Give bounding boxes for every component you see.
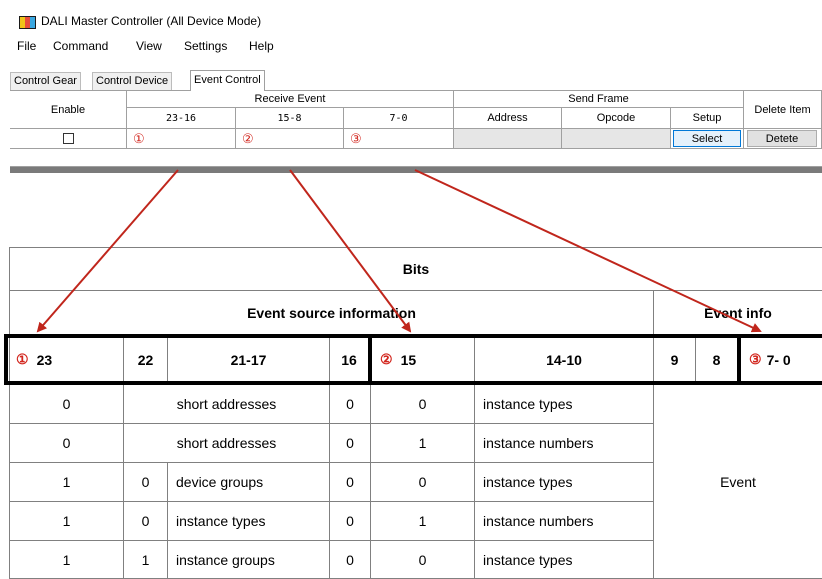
table-cell: 1	[418, 435, 427, 451]
window-title: DALI Master Controller (All Device Mode)	[41, 14, 262, 28]
menu-settings[interactable]: Settings	[184, 39, 227, 53]
bit-7-0-header: ③ 7- 0	[749, 351, 791, 368]
table-cell: 0	[418, 396, 427, 412]
table-cell: 1	[62, 513, 71, 529]
tab-event-control[interactable]: Event Control	[190, 70, 265, 91]
bit-14-10-header: 14-10	[546, 351, 582, 368]
header-opcode: Opcode	[562, 108, 671, 129]
grid-empty-area	[10, 149, 822, 167]
table-cell: 1	[141, 551, 150, 568]
tab-strip: Control Gear Control Device Event Contro…	[10, 70, 822, 91]
bits-7-0-input[interactable]: ③	[344, 129, 454, 149]
table-cell: 0	[62, 435, 71, 451]
bits-table: Bits Event source information Event info…	[0, 247, 822, 579]
delete-cell: Detete	[744, 129, 822, 149]
event-info-header: Event info	[704, 304, 772, 321]
bits-23-16-input[interactable]: ①	[127, 129, 236, 149]
bit-22-header: 22	[137, 351, 154, 368]
bits-title: Bits	[402, 261, 430, 277]
table-cell: 1	[418, 513, 427, 529]
menu-help[interactable]: Help	[249, 39, 274, 53]
menu-file[interactable]: File	[17, 39, 36, 53]
setup-cell: Select	[671, 129, 744, 149]
delete-button[interactable]: Detete	[747, 130, 817, 147]
table-cell: short addresses	[176, 396, 277, 412]
header-bits-23-16: 23-16	[127, 108, 236, 129]
header-delete-item: Delete Item	[744, 91, 822, 129]
menu-command[interactable]: Command	[53, 39, 108, 53]
header-bits-7-0: 7-0	[344, 108, 454, 129]
header-send-frame: Send Frame	[454, 91, 744, 108]
enable-checkbox[interactable]	[62, 133, 74, 144]
horizontal-scrollbar[interactable]	[10, 167, 822, 173]
select-button[interactable]: Select	[673, 130, 741, 147]
table-cell: instance types	[483, 396, 573, 412]
bit-23-header: ① 23	[16, 351, 53, 368]
table-cell: 0	[141, 513, 150, 529]
table-cell: 0	[346, 551, 354, 568]
table-cell: instance types	[483, 474, 573, 490]
marker-3: ③	[749, 351, 762, 367]
table-cell: instance types	[176, 513, 266, 529]
header-bits-15-8: 15-8	[236, 108, 344, 129]
header-address: Address	[454, 108, 562, 129]
dali-app-icon	[19, 16, 36, 29]
bit-21-17-header: 21-17	[230, 351, 267, 368]
table-cell: 0	[62, 396, 71, 412]
table-cell: device groups	[176, 474, 264, 490]
table-cell: 1	[62, 551, 71, 568]
bit-8-header: 8	[712, 351, 721, 368]
enable-cell	[10, 129, 127, 149]
bit-16-header: 16	[341, 351, 357, 368]
header-enable: Enable	[10, 91, 127, 129]
title-bar: DALI Master Controller (All Device Mode)	[10, 7, 822, 35]
marker-2: ②	[380, 351, 393, 367]
table-cell: 0	[346, 435, 354, 451]
table-cell: 1	[62, 474, 71, 490]
event-grid: Enable Receive Event Send Frame Delete I…	[10, 91, 822, 173]
menu-bar: File Command View Settings Help	[10, 36, 822, 57]
table-cell: 0	[418, 474, 427, 490]
address-cell	[454, 129, 562, 149]
bit-15-header: ② 15	[380, 351, 417, 368]
table-cell: 0	[418, 551, 427, 568]
table-cell: short addresses	[176, 435, 277, 451]
event-source-header: Event source information	[247, 304, 416, 321]
app-window: DALI Master Controller (All Device Mode)…	[10, 7, 822, 173]
table-cell: 0	[346, 396, 354, 412]
marker-1: ①	[16, 351, 29, 367]
table-cell: instance groups	[176, 551, 275, 568]
header-setup: Setup	[671, 108, 744, 129]
menu-view[interactable]: View	[136, 39, 162, 53]
bits-15-8-input[interactable]: ②	[236, 129, 344, 149]
opcode-cell	[562, 129, 671, 149]
header-receive-event: Receive Event	[127, 91, 454, 108]
table-cell: 0	[141, 474, 150, 490]
table-cell: instance numbers	[483, 435, 594, 451]
event-cell: Event	[720, 473, 756, 490]
table-cell: instance numbers	[483, 513, 594, 529]
tab-control-gear[interactable]: Control Gear	[10, 72, 81, 90]
table-cell: instance types	[483, 551, 573, 568]
tab-control-device[interactable]: Control Device	[92, 72, 173, 90]
table-cell: 0	[346, 474, 354, 490]
bit-9-header: 9	[670, 351, 679, 368]
table-cell: 0	[346, 513, 354, 529]
